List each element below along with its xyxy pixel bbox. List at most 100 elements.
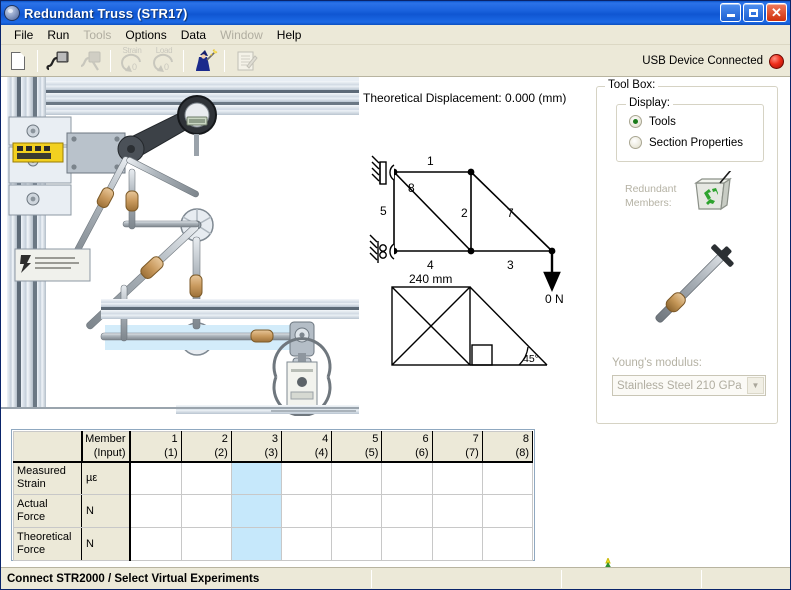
radio-section-properties-label: Section Properties xyxy=(649,136,743,149)
table-body: Measured Strain µε Actual Force N Theore… xyxy=(13,461,534,561)
radio-section-properties-indicator[interactable] xyxy=(629,136,642,149)
new-document-button[interactable] xyxy=(3,47,33,75)
cell-theoretical-force-8[interactable] xyxy=(481,527,534,561)
cell-measured-strain-3[interactable] xyxy=(230,461,283,495)
status-bar-text: Connect STR2000 / Select Virtual Experim… xyxy=(7,572,260,585)
dimension-label: 240 mm xyxy=(409,272,452,286)
header-member: Member (Input) xyxy=(81,431,131,463)
zero-load-button: Load 0 xyxy=(149,46,179,75)
cell-actual-force-1[interactable] xyxy=(129,494,182,528)
youngs-modulus-select[interactable]: Stainless Steel 210 GPa ▼ xyxy=(612,375,766,396)
table-row-measured-strain: Measured Strain µε xyxy=(13,461,534,495)
cell-measured-strain-7[interactable] xyxy=(431,461,483,495)
toolbar-separator-2 xyxy=(110,49,111,72)
youngs-modulus-label: Young's modulus: xyxy=(612,357,703,369)
usb-connect-icon xyxy=(46,51,69,70)
display-group: Display: Tools Section Properties xyxy=(616,97,764,162)
member-label-1: 1 xyxy=(427,154,434,168)
truss-member-icon[interactable] xyxy=(633,227,751,345)
maximize-button[interactable] xyxy=(743,3,764,22)
header-corner xyxy=(13,431,83,463)
header-col-1[interactable]: 1 (1) xyxy=(129,431,182,463)
results-table-element: Member (Input) 1 (1) 2 (2) 3 (3) 4 (4) 5… xyxy=(13,431,534,561)
status-divider-1 xyxy=(371,570,372,588)
toolbar-separator-4 xyxy=(224,49,225,72)
cell-theoretical-force-1[interactable] xyxy=(129,527,182,561)
header-col-7[interactable]: 7 (7) xyxy=(431,431,483,463)
menu-tools: Tools xyxy=(83,27,112,42)
cell-measured-strain-1[interactable] xyxy=(129,461,182,495)
menu-run[interactable]: Run xyxy=(40,26,76,44)
cell-measured-strain-6[interactable] xyxy=(381,461,433,495)
cell-theoretical-force-4[interactable] xyxy=(280,527,333,561)
cell-theoretical-force-2[interactable] xyxy=(180,527,232,561)
truss-diagram: Theoretical Displacement: 0.000 (mm) 0 N… xyxy=(359,77,593,416)
menu-window: Window xyxy=(220,27,263,42)
cell-theoretical-force-5[interactable] xyxy=(331,527,383,561)
cell-measured-strain-2[interactable] xyxy=(180,461,232,495)
strain-zero-icon: 0 xyxy=(121,53,141,72)
cell-theoretical-force-6[interactable] xyxy=(381,527,433,561)
recycle-bin-icon[interactable] xyxy=(690,171,734,215)
member-label-4: 4 xyxy=(427,258,434,272)
cell-measured-strain-5[interactable] xyxy=(331,461,383,495)
menu-file[interactable]: File xyxy=(7,26,40,44)
header-col-6[interactable]: 6 (6) xyxy=(381,431,433,463)
results-table[interactable]: Member (Input) 1 (1) 2 (2) 3 (3) 4 (4) 5… xyxy=(11,429,535,561)
header-col-5[interactable]: 5 (5) xyxy=(331,431,383,463)
usb-status-text: USB Device Connected xyxy=(642,55,763,67)
menu-help[interactable]: Help xyxy=(270,26,309,44)
row-label-theoretical-force: Theoretical Force xyxy=(13,527,82,561)
menu-data[interactable]: Data xyxy=(174,26,213,44)
usb-status: USB Device Connected xyxy=(642,49,784,73)
wizard-icon xyxy=(196,48,218,71)
application-window: Redundant Truss (STR17) ✕ File Run Tools… xyxy=(0,0,791,590)
usb-disconnect-button xyxy=(76,47,106,75)
radio-tools-indicator[interactable] xyxy=(629,115,642,128)
cell-theoretical-force-3[interactable] xyxy=(230,527,283,561)
cell-actual-force-6[interactable] xyxy=(381,494,433,528)
zero-strain-label: Strain xyxy=(122,45,142,55)
cell-theoretical-force-7[interactable] xyxy=(431,527,483,561)
cell-actual-force-7[interactable] xyxy=(431,494,483,528)
header-col-8[interactable]: 8 (8) xyxy=(481,431,534,463)
usb-disconnect-icon xyxy=(80,51,101,71)
row-unit-actual-force: N xyxy=(81,494,131,528)
table-header: Member (Input) 1 (1) 2 (2) 3 (3) 4 (4) 5… xyxy=(13,431,534,463)
minimize-button[interactable] xyxy=(720,3,741,22)
header-col-3[interactable]: 3 (3) xyxy=(230,431,283,463)
cell-actual-force-8[interactable] xyxy=(481,494,534,528)
wizard-button[interactable] xyxy=(190,47,220,75)
cell-measured-strain-4[interactable] xyxy=(280,461,333,495)
cell-measured-strain-8[interactable] xyxy=(481,461,534,495)
svg-text:0: 0 xyxy=(132,62,137,72)
row-label-actual-force: Actual Force xyxy=(13,494,82,528)
theoretical-displacement-label: Theoretical Displacement: 0.000 (mm) xyxy=(363,91,567,105)
radio-tools[interactable]: Tools xyxy=(629,115,676,128)
row-unit-theoretical-force: N xyxy=(81,527,131,561)
header-col-2[interactable]: 2 (2) xyxy=(180,431,232,463)
truss-schematic-svg: 0 N 1 8 5 2 7 4 3 240 mm 45° xyxy=(369,154,564,366)
tool-box-panel: Tool Box: Display: Tools Section Propert… xyxy=(596,79,778,424)
title-bar: Redundant Truss (STR17) ✕ xyxy=(1,1,790,25)
cell-actual-force-2[interactable] xyxy=(180,494,232,528)
table-row-actual-force: Actual Force N xyxy=(13,494,534,528)
new-document-icon xyxy=(11,51,25,70)
app-globe-icon xyxy=(4,5,20,21)
header-col-4[interactable]: 4 (4) xyxy=(280,431,333,463)
cell-actual-force-4[interactable] xyxy=(280,494,333,528)
cell-actual-force-5[interactable] xyxy=(331,494,383,528)
header-member-top: Member xyxy=(85,433,126,445)
youngs-modulus-value: Stainless Steel 210 GPa xyxy=(617,379,742,392)
usb-connect-button[interactable] xyxy=(44,47,74,75)
member-label-5: 5 xyxy=(380,204,387,218)
cell-actual-force-3[interactable] xyxy=(230,494,283,528)
redundant-members-label: Redundant Members: xyxy=(625,183,677,209)
load-zero-icon: 0 xyxy=(153,53,173,72)
display-legend: Display: xyxy=(626,97,673,109)
menu-options[interactable]: Options xyxy=(118,26,173,44)
radio-section-properties[interactable]: Section Properties xyxy=(629,136,743,149)
chevron-down-icon[interactable]: ▼ xyxy=(747,377,764,394)
table-header-row: Member (Input) 1 (1) 2 (2) 3 (3) 4 (4) 5… xyxy=(13,431,534,463)
close-button[interactable]: ✕ xyxy=(766,3,787,22)
